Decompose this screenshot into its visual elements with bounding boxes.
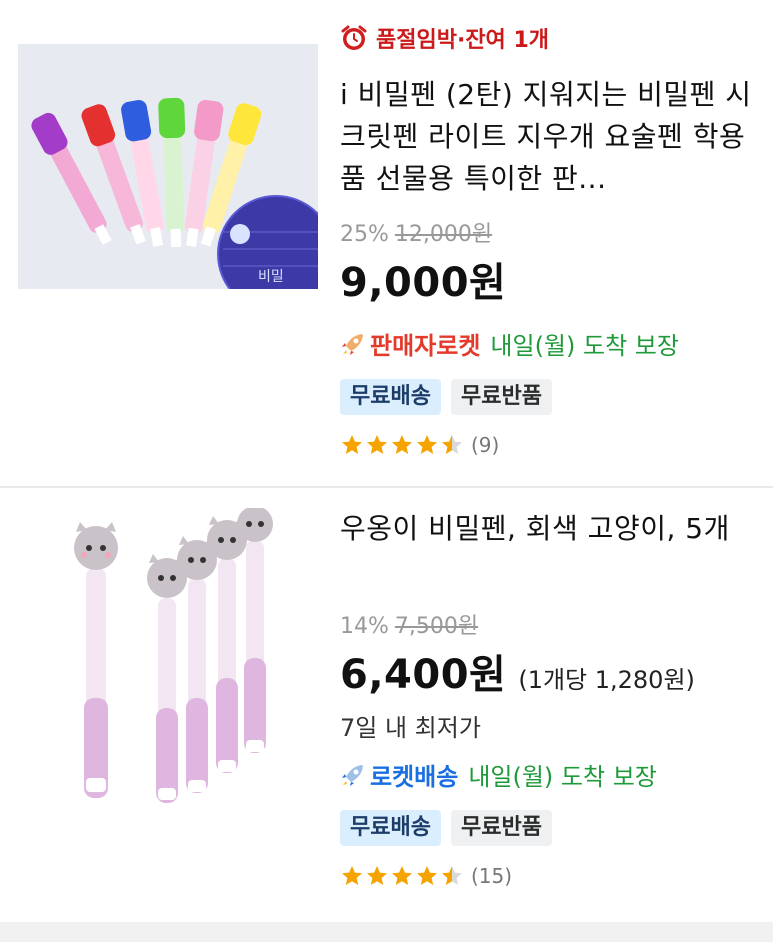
discount-info: 25% 12,000원 bbox=[340, 216, 755, 247]
star-icon bbox=[442, 866, 462, 885]
review-count[interactable]: (9) bbox=[471, 433, 499, 457]
unit-price: (1개당 1,280원) bbox=[518, 666, 695, 694]
tag-list: 무료배송 무료반품 bbox=[340, 379, 755, 415]
rating: (15) bbox=[340, 864, 755, 888]
rocket-icon bbox=[342, 333, 363, 355]
star-icon bbox=[417, 435, 437, 454]
discount-percent: 25% bbox=[340, 222, 389, 247]
review-count[interactable]: (15) bbox=[471, 864, 512, 888]
free-return-tag: 무료반품 bbox=[450, 379, 552, 415]
star-icon bbox=[367, 866, 387, 885]
stock-alert: 품절임박·잔여 1개 bbox=[340, 18, 755, 58]
discount-info: 14% 7,500원 bbox=[340, 608, 755, 639]
delivery-info: 판매자로켓 내일(월) 도착 보장 bbox=[340, 326, 755, 361]
star-icon bbox=[417, 866, 437, 885]
rocket-icon bbox=[342, 764, 363, 786]
star-icon bbox=[392, 435, 412, 454]
stock-alert-text: 품절임박·잔여 1개 bbox=[376, 28, 550, 53]
bottom-spacer bbox=[0, 922, 773, 942]
cat-pens-photo bbox=[20, 508, 320, 838]
star-rating bbox=[340, 864, 465, 888]
discount-percent: 14% bbox=[340, 614, 389, 639]
product-card[interactable]: 비밀 품절임박·잔여 1개 i 비밀펜 (2탄) 지워지는 비밀펜 시크릿펜 라… bbox=[0, 0, 773, 486]
delivery-info: 로켓배송 내일(월) 도착 보장 bbox=[340, 757, 755, 792]
free-shipping-tag: 무료배송 bbox=[340, 379, 441, 415]
star-icon bbox=[367, 435, 387, 454]
uv-text: 비밀 bbox=[258, 269, 284, 285]
alarm-clock-icon bbox=[341, 25, 367, 50]
product-title[interactable]: 우옹이 비밀펜, 회색 고양이, 5개 bbox=[340, 508, 755, 592]
arrival-date: 내일(월) 도착 보장 bbox=[490, 332, 679, 360]
product-title[interactable]: i 비밀펜 (2탄) 지워지는 비밀펜 시크릿펜 라이트 지우개 요술펜 학용품… bbox=[340, 74, 755, 200]
star-icon bbox=[392, 866, 412, 885]
original-price: 12,000원 bbox=[394, 222, 493, 247]
delivery-badge: 로켓배송 bbox=[370, 763, 459, 791]
star-icon bbox=[342, 866, 362, 885]
product-card[interactable]: 우옹이 비밀펜, 회색 고양이, 5개 14% 7,500원 6,400원 (1개… bbox=[0, 488, 773, 922]
free-shipping-tag: 무료배송 bbox=[340, 810, 441, 846]
sale-price: 9,000원 bbox=[340, 260, 507, 306]
product-image[interactable] bbox=[20, 508, 320, 838]
original-price: 7,500원 bbox=[394, 614, 479, 639]
delivery-badge: 판매자로켓 bbox=[370, 332, 481, 360]
star-icon bbox=[342, 435, 362, 454]
product-image[interactable]: 비밀 bbox=[18, 44, 318, 289]
star-icon bbox=[442, 435, 462, 454]
rating: (9) bbox=[340, 433, 755, 457]
price-row: 9,000원 bbox=[340, 250, 755, 308]
free-return-tag: 무료반품 bbox=[450, 810, 552, 846]
lowest-price-label: 7일 내 최저가 bbox=[340, 708, 481, 745]
star-rating bbox=[340, 433, 465, 457]
secret-pens-photo bbox=[18, 44, 318, 289]
price-row: 6,400원 (1개당 1,280원) bbox=[340, 642, 755, 700]
arrival-date: 내일(월) 도착 보장 bbox=[468, 763, 657, 791]
sale-price: 6,400원 bbox=[340, 652, 507, 698]
tag-list: 무료배송 무료반품 bbox=[340, 810, 755, 846]
